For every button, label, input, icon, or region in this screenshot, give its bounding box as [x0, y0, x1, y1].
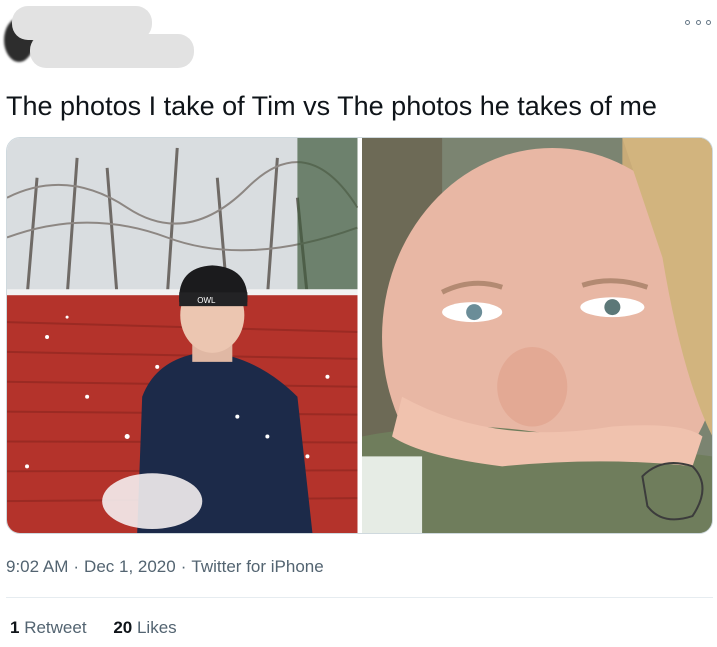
hat-label: OWL [197, 296, 216, 305]
tweet-source[interactable]: Twitter for iPhone [191, 557, 323, 576]
photo-selfie-closeup-icon [361, 138, 712, 533]
more-dot [685, 19, 690, 25]
separator: · [180, 557, 187, 576]
tweet-media: OWL [6, 137, 713, 534]
more-dot [706, 19, 711, 25]
photo-right[interactable] [361, 138, 712, 533]
tweet-text: The photos I take of Tim vs The photos h… [6, 91, 657, 121]
retweets-link[interactable]: 1 Retweet [10, 618, 87, 637]
more-dot [695, 19, 701, 25]
retweet-count: 1 [10, 618, 20, 637]
photo-left[interactable]: OWL [7, 138, 358, 533]
like-label: Likes [136, 618, 177, 637]
tweet-header [0, 0, 717, 80]
likes-link[interactable]: 20 Likes [113, 618, 176, 637]
tweet-metadata: 9:02 AM · Dec 1, 2020 · Twitter for iPhone [6, 557, 324, 577]
separator: · [73, 557, 80, 576]
redacted-handle [30, 34, 194, 68]
tweet-stats: 1 Retweet 20 Likes [10, 618, 199, 638]
tweet-date[interactable]: Dec 1, 2020 [84, 557, 176, 576]
more-options-icon[interactable] [685, 14, 711, 30]
like-count: 20 [113, 618, 133, 637]
tweet-time[interactable]: 9:02 AM [6, 557, 68, 576]
divider [6, 597, 713, 598]
photo-man-in-snow-icon: OWL [7, 138, 358, 533]
retweet-label: Retweet [24, 618, 87, 637]
